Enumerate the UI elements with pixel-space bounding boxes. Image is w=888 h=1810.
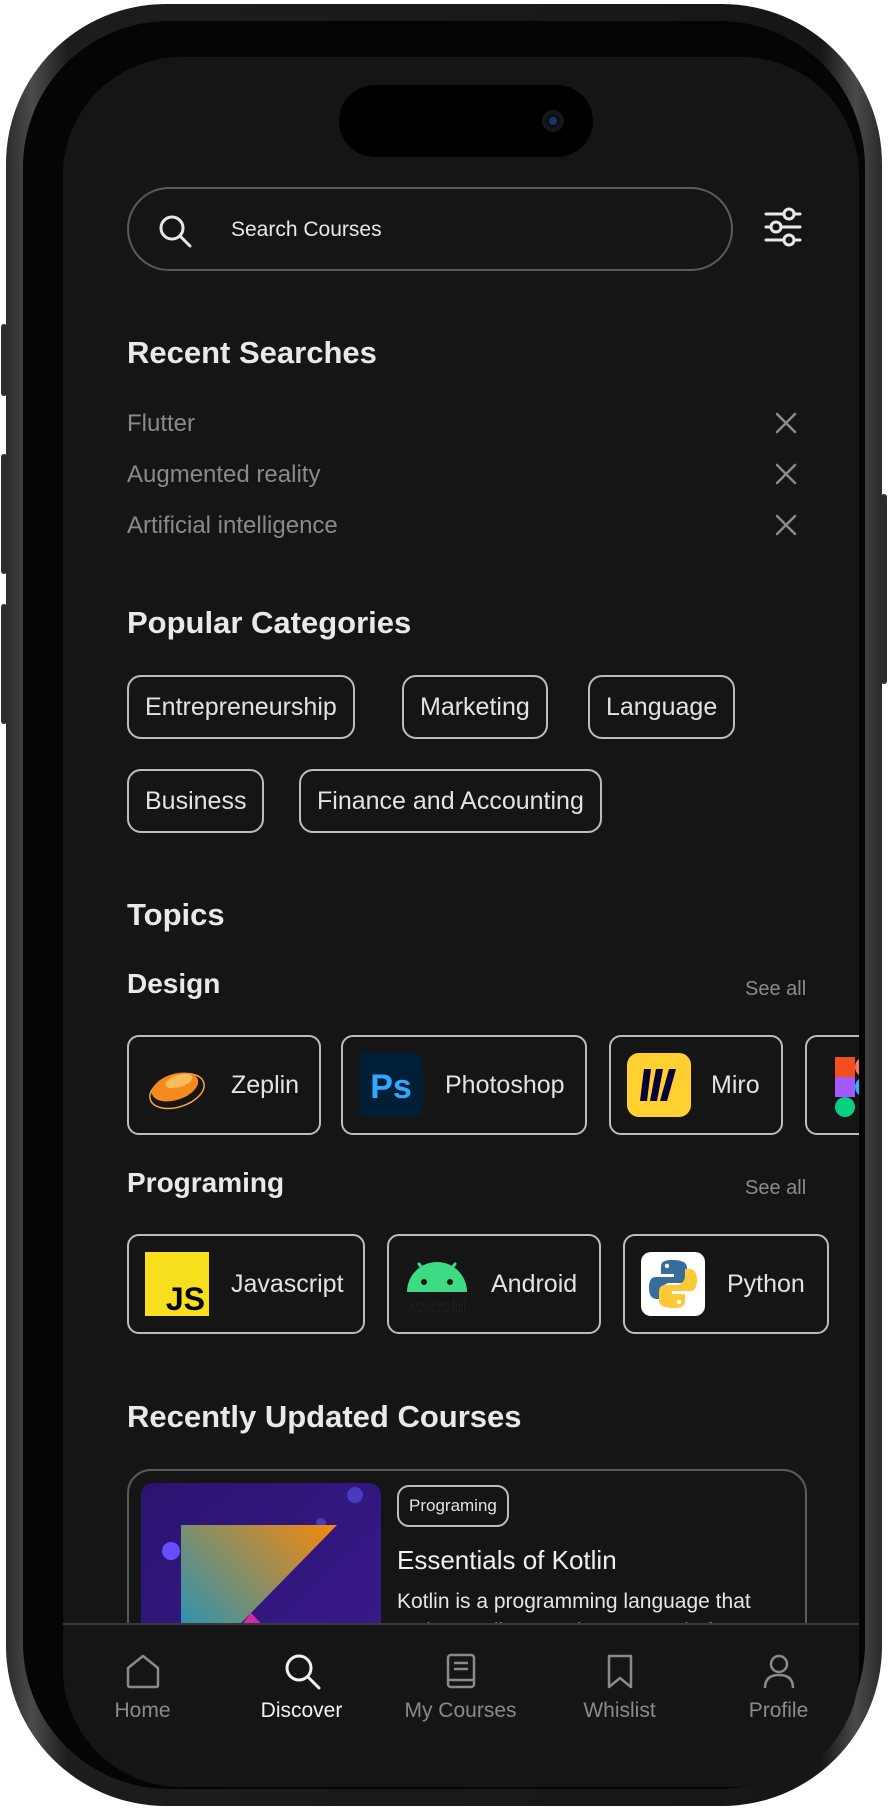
zeplin-icon (149, 1072, 205, 1110)
topic-card-zeplin[interactable]: Zeplin (127, 1035, 321, 1135)
phone-frame: Search Courses Recent Searches Flutter A… (1, 4, 887, 1806)
android-icon: android (407, 1262, 467, 1316)
javascript-glyph: JS (166, 1281, 205, 1316)
category-chip[interactable]: Language (588, 675, 736, 739)
figma-icon (835, 1057, 859, 1117)
photoshop-glyph: Ps (370, 1068, 412, 1106)
programming-see-all-link[interactable]: See all (745, 1177, 806, 1200)
recent-search-item[interactable]: Flutter (127, 410, 195, 438)
topic-label: Zeplin (231, 1071, 300, 1099)
category-chip[interactable]: Business (127, 769, 265, 833)
programming-section-title: Programing (127, 1167, 285, 1198)
home-icon (126, 1654, 160, 1689)
tab-label: Discover (260, 1699, 343, 1722)
search-bar[interactable]: Search Courses (127, 187, 733, 271)
recent-searches-title: Recent Searches (127, 335, 377, 370)
course-title: Essentials of Kotlin (397, 1545, 617, 1575)
close-icon[interactable] (775, 412, 797, 434)
javascript-icon: JS (145, 1252, 209, 1316)
search-icon (159, 215, 192, 248)
search-input[interactable]: Search Courses (231, 218, 382, 242)
book-icon (446, 1653, 476, 1689)
miro-icon (627, 1053, 691, 1117)
tab-discover[interactable]: Discover (222, 1625, 381, 1745)
popular-categories-title: Popular Categories (127, 605, 412, 640)
topic-label: Python (727, 1270, 805, 1298)
topic-label: Miro (711, 1071, 760, 1099)
search-icon (285, 1654, 321, 1690)
android-wordmark: android (409, 1297, 466, 1316)
photoshop-icon: Ps (359, 1053, 423, 1117)
topic-card-android[interactable]: android Android (387, 1234, 601, 1334)
tab-home[interactable]: Home (63, 1625, 222, 1745)
topic-card-figma[interactable] (805, 1035, 859, 1135)
tab-whislist[interactable]: Whislist (540, 1625, 699, 1745)
screen: Search Courses Recent Searches Flutter A… (63, 57, 859, 1787)
category-chip[interactable]: Entrepreneurship (127, 675, 355, 739)
close-icon[interactable] (775, 514, 797, 536)
tab-label: Profile (748, 1699, 809, 1722)
topic-card-miro[interactable]: Miro (609, 1035, 783, 1135)
course-category-badge: Programing (397, 1485, 509, 1527)
topic-label: Javascript (231, 1270, 344, 1298)
dynamic-island (339, 85, 593, 157)
topics-title: Topics (127, 897, 225, 932)
power-button (881, 494, 887, 684)
category-chip[interactable]: Marketing (402, 675, 548, 739)
category-chip[interactable]: Finance and Accounting (299, 769, 602, 833)
tab-label: Home (114, 1699, 171, 1722)
python-icon (641, 1252, 705, 1316)
profile-icon (763, 1654, 795, 1689)
volume-down-button (1, 604, 7, 724)
bottom-tab-bar: Home Discover My Courses Whislist Profil… (63, 1623, 859, 1787)
topic-card-photoshop[interactable]: Ps Photoshop (341, 1035, 587, 1135)
camera-icon (542, 110, 564, 132)
filter-icon[interactable] (763, 207, 803, 247)
recent-search-item[interactable]: Augmented reality (127, 461, 320, 489)
topic-label: Android (491, 1270, 578, 1298)
volume-up-button (1, 454, 7, 574)
close-icon[interactable] (775, 463, 797, 485)
topic-card-python[interactable]: Python (623, 1234, 829, 1334)
tab-my-courses[interactable]: My Courses (381, 1625, 540, 1745)
bookmark-icon (607, 1654, 633, 1689)
tab-label: Whislist (583, 1699, 656, 1722)
design-section-title: Design (127, 968, 221, 999)
topic-label: Photoshop (445, 1071, 565, 1099)
bezel: Search Courses Recent Searches Flutter A… (23, 21, 865, 1789)
action-button (1, 324, 7, 396)
tab-profile[interactable]: Profile (699, 1625, 858, 1745)
recent-search-item[interactable]: Artificial intelligence (127, 512, 338, 540)
topic-card-javascript[interactable]: JS Javascript (127, 1234, 365, 1334)
tab-label: My Courses (404, 1699, 517, 1722)
design-see-all-link[interactable]: See all (745, 978, 806, 1001)
recently-updated-title: Recently Updated Courses (127, 1399, 522, 1434)
